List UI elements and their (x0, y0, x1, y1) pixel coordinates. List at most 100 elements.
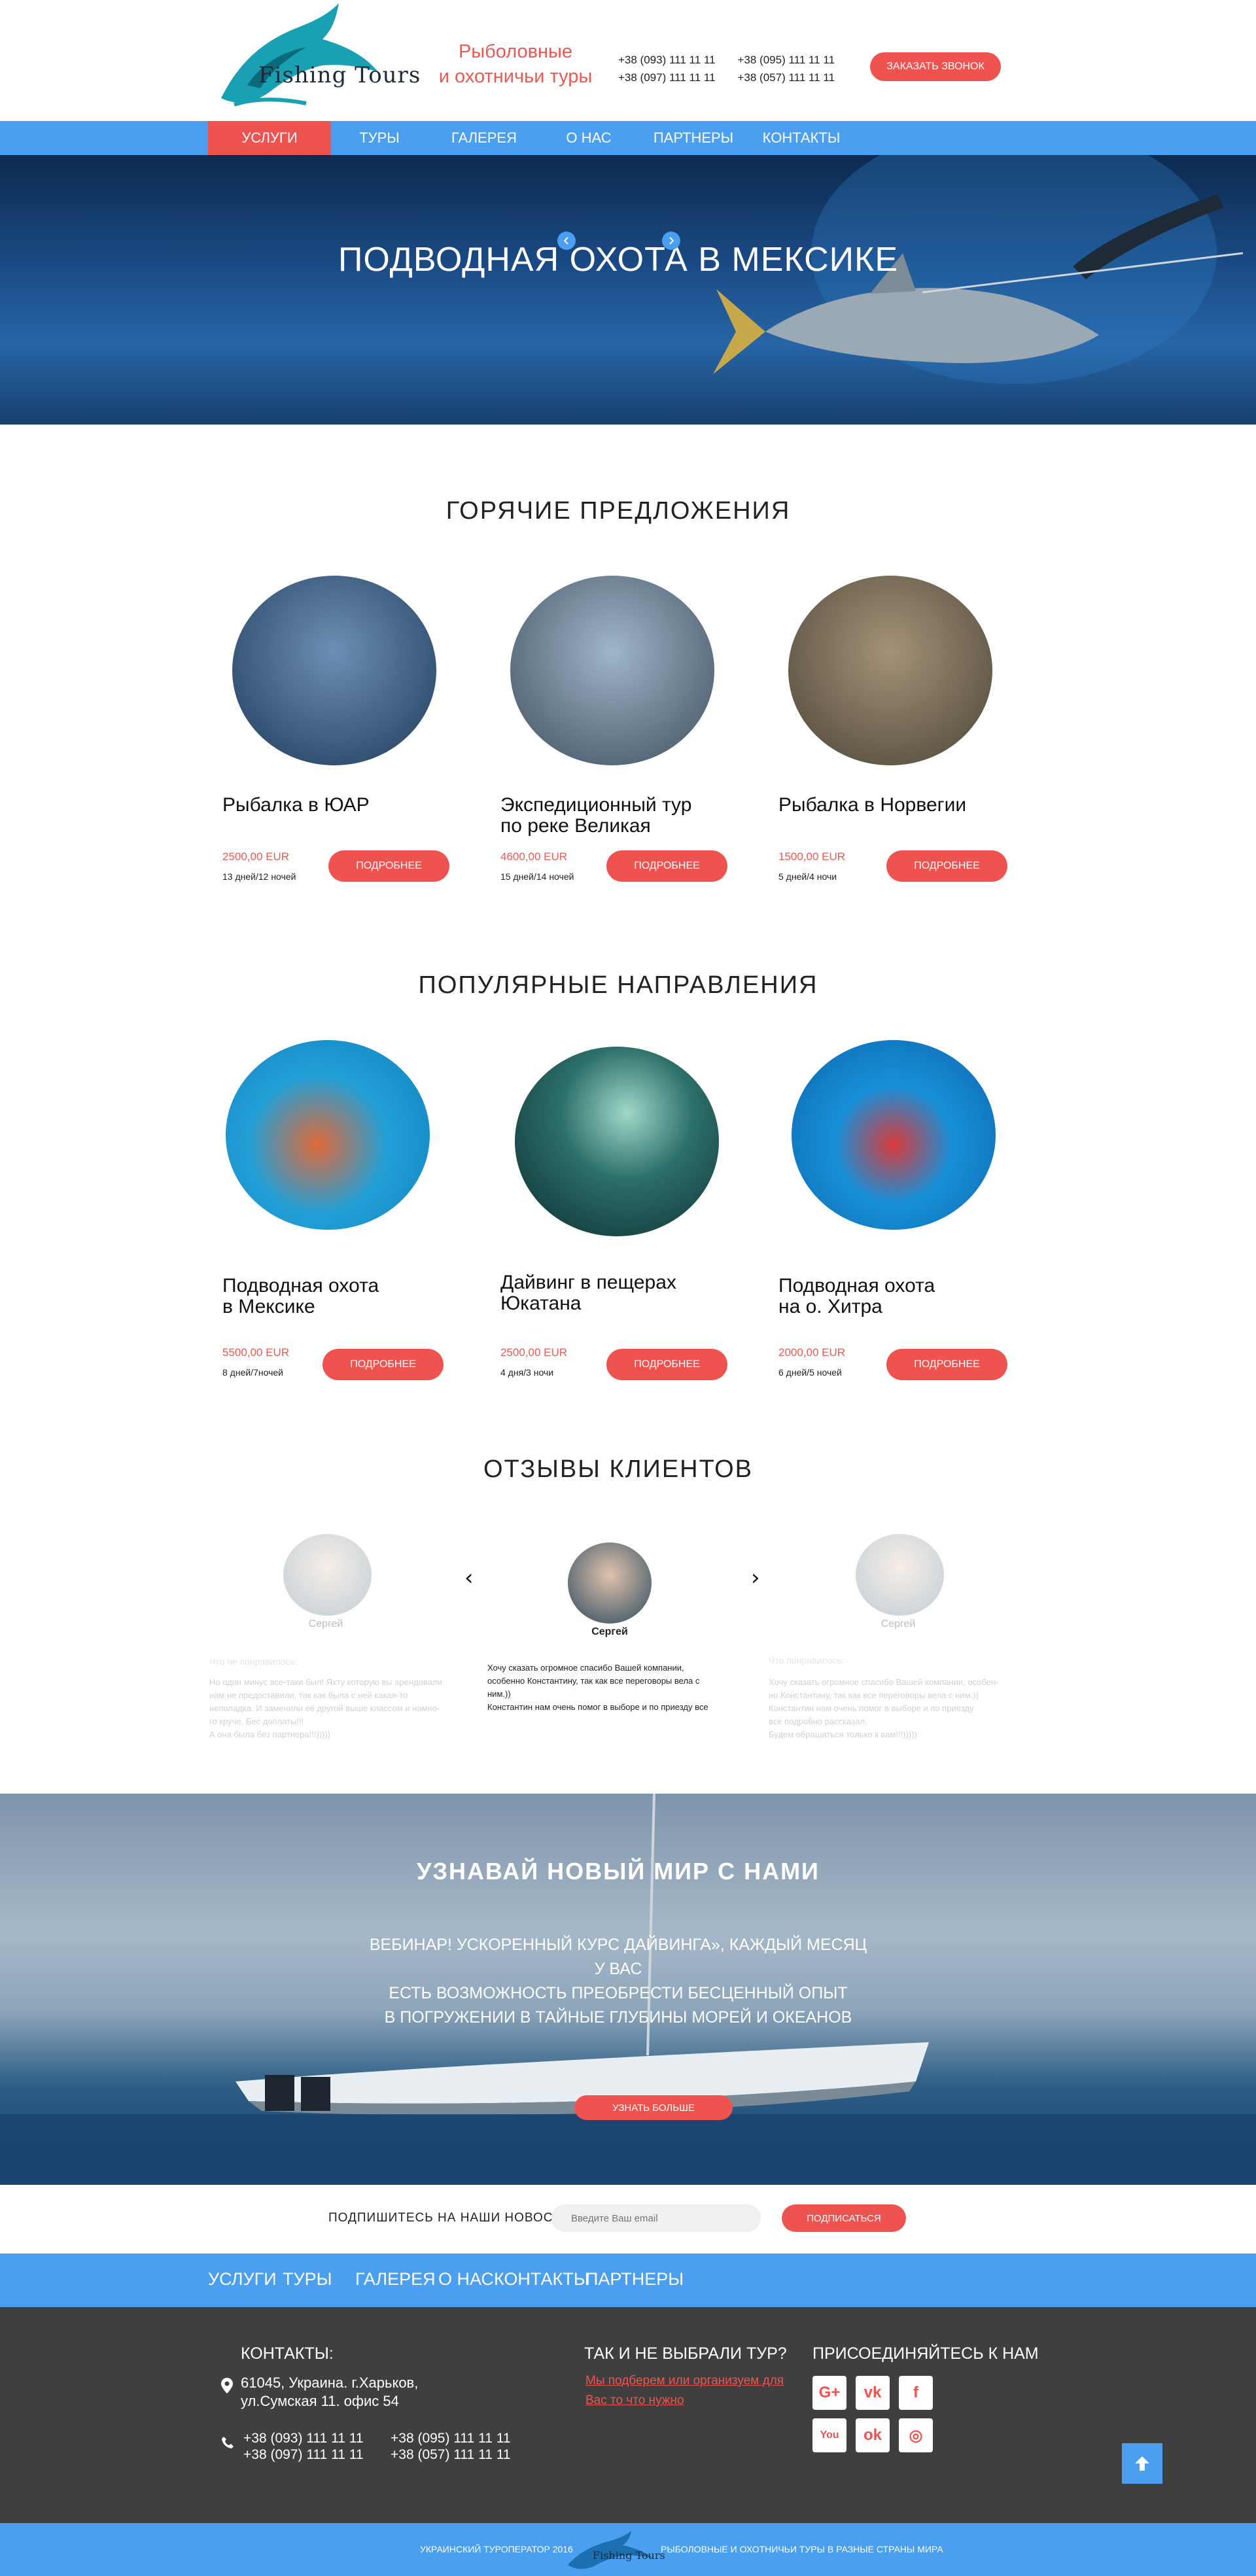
avatar (283, 1534, 372, 1616)
bottom-bar: УКРАИНСКИЙ ТУРОПЕРАТОР 2016 Fishing Tour… (0, 2523, 1256, 2576)
phone-number[interactable]: +38 (095) 111 11 11 (391, 2430, 538, 2446)
card-price: 2000,00 EUR (778, 1346, 846, 1359)
nav-item-partners[interactable]: ПАРТНЕРЫ (651, 121, 736, 155)
phone-number[interactable]: +38 (097) 111 11 11 (243, 2446, 391, 2463)
hot-offers-title: ГОРЯЧИЕ ПРЕДЛОЖЕНИЯ (445, 497, 791, 525)
reviewer-name: Сергей (308, 1618, 343, 1629)
footer: КОНТАКТЫ: 61045, Украина. г.Харьков, ул.… (0, 2307, 1256, 2523)
reviews-next-arrow[interactable]: › (751, 1565, 760, 1591)
instagram-icon[interactable]: ◎ (899, 2418, 933, 2452)
nav-item-gallery[interactable]: ГАЛЕРЕЯ (445, 121, 523, 155)
card-duration: 15 дней/14 ночей (500, 871, 574, 882)
subscribe-label: ПОДПИШИТЕСЬ НА НАШИ НОВОСТИ: (328, 2211, 575, 2225)
vk-icon[interactable]: vk (856, 2376, 890, 2410)
marlin-logo-icon[interactable] (208, 0, 388, 108)
tagline: Рыболовные и охотничьи туры (438, 41, 593, 87)
card-photo[interactable] (226, 1040, 430, 1230)
card-photo[interactable] (792, 1040, 996, 1230)
footer-nav-services[interactable]: УСЛУГИ (208, 2269, 277, 2289)
card-duration: 8 дней/7ночей (222, 1367, 283, 1378)
card-title: Рыбалка в ЮАР (222, 794, 370, 816)
phone-number[interactable]: +38 (057) 111 11 11 (738, 69, 845, 86)
footer-nav-partners[interactable]: ПАРТНЕРЫ (585, 2269, 684, 2289)
card-price: 2500,00 EUR (500, 1346, 568, 1359)
review-heading: Что понравилось: (769, 1655, 845, 1665)
nav-item-services[interactable]: УСЛУГИ (208, 121, 331, 155)
card-price: 2500,00 EUR (222, 850, 290, 863)
subscribe-button[interactable]: ПОДПИСАТЬСЯ (782, 2204, 906, 2232)
header: Fishing Tours Рыболовные и охотничьи тур… (0, 0, 1256, 121)
nav-item-contacts[interactable]: КОНТАКТЫ (759, 121, 844, 155)
bottom-logo-text: Fishing Tours (593, 2549, 665, 2562)
phone-number[interactable]: +38 (057) 111 11 11 (391, 2446, 538, 2463)
contacts-heading: КОНТАКТЫ: (241, 2344, 334, 2363)
reviews-title: ОТЗЫВЫ КЛИЕНТОВ (483, 1455, 754, 1483)
facebook-icon[interactable]: f (899, 2376, 933, 2410)
footer-nav-contacts[interactable]: КОНТАКТЫ (494, 2269, 589, 2289)
phone-number[interactable]: +38 (093) 111 11 11 (243, 2430, 391, 2446)
card-title: Экспедиционный тур по реке Великая (500, 794, 692, 837)
card-duration: 13 дней/12 ночей (222, 871, 296, 882)
popular-title: ПОПУЛЯРНЫЕ НАПРАВЛЕНИЯ (418, 971, 818, 999)
reviewer-name: Сергей (881, 1618, 916, 1629)
reviews-prev-arrow[interactable]: ‹ (464, 1565, 474, 1591)
google-plus-icon[interactable]: G+ (812, 2376, 846, 2410)
card-price: 1500,00 EUR (778, 850, 846, 863)
join-heading: ПРИСОЕДИНЯЙТЕСЬ К НАМ (812, 2344, 1039, 2363)
review-text: Хочу сказать огромное спасибо Вашей комп… (487, 1663, 708, 1712)
card-duration: 6 дней/5 ночей (778, 1367, 842, 1378)
card-title: Подводная охота в Мексике (222, 1275, 379, 1317)
footer-address: 61045, Украина. г.Харьков, ул.Сумская 11… (241, 2375, 419, 2409)
phone-number[interactable]: +38 (093) 111 11 11 (618, 51, 725, 69)
scroll-to-top-button[interactable] (1122, 2443, 1162, 2484)
card-price: 5500,00 EUR (222, 1346, 290, 1359)
chevron-left-icon (563, 237, 568, 245)
phone-icon (222, 2437, 234, 2448)
card-photo[interactable] (515, 1047, 719, 1236)
phone-number[interactable]: +38 (095) 111 11 11 (738, 51, 845, 69)
callback-button[interactable]: ЗАКАЗАТЬ ЗВОНОК (870, 52, 1001, 81)
email-field[interactable] (551, 2204, 761, 2232)
card-title: Дайвинг в пещерах Юкатана (500, 1272, 676, 1314)
details-button[interactable]: ПОДРОБНЕЕ (606, 850, 727, 882)
learn-more-button[interactable]: УЗНАТЬ БОЛЬШЕ (574, 2095, 733, 2120)
card-duration: 5 дней/4 ночи (778, 871, 837, 882)
reviewer-name: Сергей (591, 1626, 628, 1637)
footer-nav-tours[interactable]: ТУРЫ (283, 2269, 332, 2289)
page: Fishing Tours Рыболовные и охотничьи тур… (0, 0, 1256, 2576)
hero-prev-arrow[interactable] (557, 232, 576, 250)
avatar (856, 1534, 944, 1616)
promo-text: ВЕБИНАР! УСКОРЕННЫЙ КУРС ДАЙВИНГА», КАЖД… (369, 1936, 867, 2027)
promo-title: УЗНАВАЙ НОВЫЙ МИР С НАМИ (417, 1858, 820, 1885)
details-button[interactable]: ПОДРОБНЕЕ (323, 1349, 444, 1380)
phone-number[interactable]: +38 (097) 111 11 11 (618, 69, 725, 86)
tour-selection-link[interactable]: Мы подберем или организуем для Вас то чт… (585, 2371, 784, 2411)
nav-item-tours[interactable]: ТУРЫ (343, 121, 415, 155)
details-button[interactable]: ПОДРОБНЕЕ (328, 850, 449, 882)
odnoklassniki-icon[interactable]: ok (856, 2418, 890, 2452)
details-button[interactable]: ПОДРОБНЕЕ (886, 850, 1007, 882)
card-photo[interactable] (788, 576, 992, 765)
card-duration: 4 дня/3 ночи (500, 1367, 554, 1378)
hero-next-arrow[interactable] (662, 232, 680, 250)
logo-text: Fishing Tours (258, 62, 421, 88)
youtube-icon[interactable]: You (812, 2418, 846, 2452)
review-text: Но один минус все-таки был! Яхту которую… (209, 1677, 442, 1739)
avatar (568, 1542, 652, 1624)
details-button[interactable]: ПОДРОБНЕЕ (606, 1349, 727, 1380)
nav-item-about[interactable]: О НАС (553, 121, 625, 155)
header-phones: +38 (093) 111 11 11 +38 (095) 111 11 11 … (618, 51, 844, 86)
footer-nav-about[interactable]: О НАС (438, 2269, 494, 2289)
details-button[interactable]: ПОДРОБНЕЕ (886, 1349, 1007, 1380)
card-title: Рыбалка в Норвегии (778, 794, 967, 816)
hero-slider: ПОДВОДНАЯ ОХОТА В МЕКСИКЕ (0, 155, 1256, 425)
card-price: 4600,00 EUR (500, 850, 568, 863)
tour-heading: ТАК И НЕ ВЫБРАЛИ ТУР? (584, 2344, 787, 2363)
footer-phones: +38 (093) 111 11 11 +38 (095) 111 11 11 … (243, 2430, 538, 2463)
hero-fish-image (713, 155, 1244, 384)
footer-nav-gallery[interactable]: ГАЛЕРЕЯ (355, 2269, 436, 2289)
card-photo[interactable] (510, 576, 714, 765)
card-photo[interactable] (232, 576, 436, 765)
footer-nav: УСЛУГИ ТУРЫ ГАЛЕРЕЯ О НАС КОНТАКТЫ ПАРТН… (0, 2254, 1256, 2307)
bottom-slogan: РЫБОЛОВНЫЕ И ОХОТНИЧЬИ ТУРЫ В РАЗНЫЕ СТР… (661, 2544, 943, 2554)
